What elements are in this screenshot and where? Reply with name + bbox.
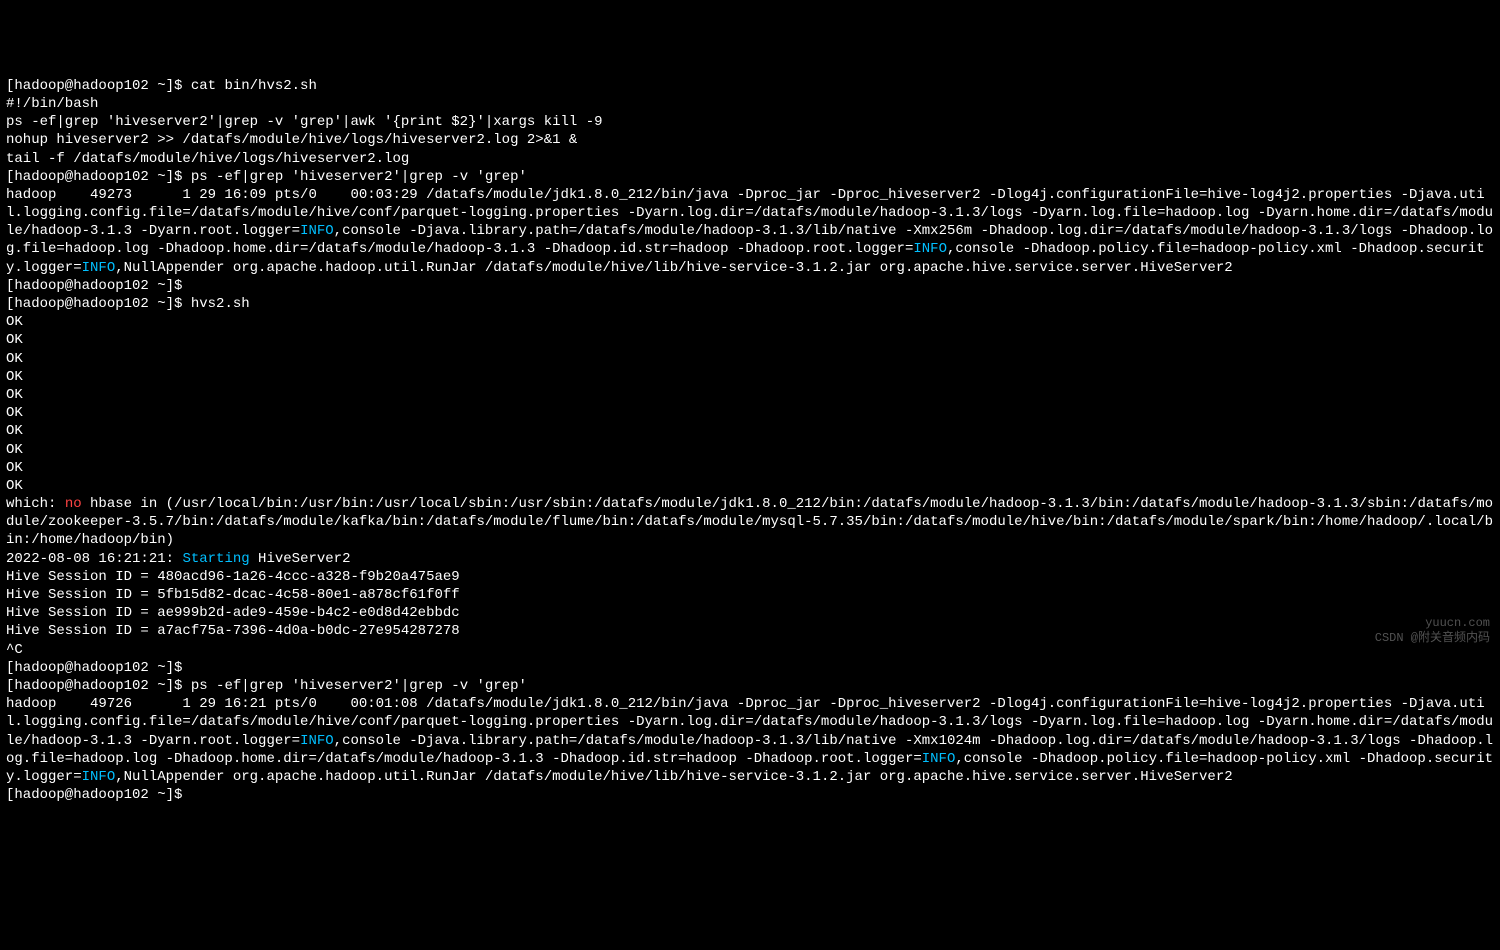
output-line: OK [6,404,1494,422]
output-line: OK [6,477,1494,495]
output-line: OK [6,441,1494,459]
shell-prompt: [hadoop@hadoop102 ~]$ [6,787,182,803]
shell-prompt: [hadoop@hadoop102 ~]$ [6,678,191,694]
shell-prompt: [hadoop@hadoop102 ~]$ [6,660,191,676]
ps-output: hadoop 49273 1 29 16:09 pts/0 00:03:29 /… [6,186,1494,277]
which-text: hbase in (/usr/local/bin:/usr/bin:/usr/l… [6,496,1493,548]
starting-keyword: Starting [182,551,249,567]
info-level: INFO [82,260,116,276]
watermark-csdn: CSDN @附关音频内码 [1375,631,1490,647]
output-line: #!/bin/bash [6,95,1494,113]
output-line: tail -f /datafs/module/hive/logs/hiveser… [6,150,1494,168]
output-line: OK [6,386,1494,404]
command-text: cat bin/hvs2.sh [191,78,317,94]
output-line: OK [6,368,1494,386]
info-level: INFO [913,241,947,257]
which-output: which: no hbase in (/usr/local/bin:/usr/… [6,495,1494,550]
shell-prompt: [hadoop@hadoop102 ~]$ [6,169,191,185]
terminal-output[interactable]: [hadoop@hadoop102 ~]$ cat bin/hvs2.sh#!/… [6,77,1494,805]
ps-text: ,NullAppender org.apache.hadoop.util.Run… [115,260,1232,276]
ps-output: hadoop 49726 1 29 16:21 pts/0 00:01:08 /… [6,695,1494,786]
ctrl-c: ^C [6,641,1494,659]
output-line: OK [6,422,1494,440]
command-text: ps -ef|grep 'hiveserver2'|grep -v 'grep' [191,169,527,185]
ps-text: ,NullAppender org.apache.hadoop.util.Run… [115,769,1232,785]
info-level: INFO [300,733,334,749]
output-line: OK [6,350,1494,368]
shell-prompt: [hadoop@hadoop102 ~]$ [6,278,191,294]
shell-prompt: [hadoop@hadoop102 ~]$ [6,78,191,94]
info-level: INFO [82,769,116,785]
session-id-line: Hive Session ID = 5fb15d82-dcac-4c58-80e… [6,586,1494,604]
output-line: nohup hiveserver2 >> /datafs/module/hive… [6,131,1494,149]
which-text: which: [6,496,65,512]
command-text: hvs2.sh [191,296,250,312]
output-line: OK [6,313,1494,331]
watermark-text: yuucn.com [1425,616,1490,632]
timestamp-line: 2022-08-08 16:21:21: Starting HiveServer… [6,550,1494,568]
output-line: ps -ef|grep 'hiveserver2'|grep -v 'grep'… [6,113,1494,131]
output-line: OK [6,331,1494,349]
service-name: HiveServer2 [250,551,351,567]
session-id-line: Hive Session ID = 480acd96-1a26-4ccc-a32… [6,568,1494,586]
session-id-line: Hive Session ID = ae999b2d-ade9-459e-b4c… [6,604,1494,622]
timestamp: 2022-08-08 16:21:21: [6,551,182,567]
command-text: ps -ef|grep 'hiveserver2'|grep -v 'grep' [191,678,527,694]
info-level: INFO [922,751,956,767]
session-id-line: Hive Session ID = a7acf75a-7396-4d0a-b0d… [6,622,1494,640]
shell-prompt: [hadoop@hadoop102 ~]$ [6,296,191,312]
info-level: INFO [300,223,334,239]
no-keyword: no [65,496,82,512]
output-line: OK [6,459,1494,477]
